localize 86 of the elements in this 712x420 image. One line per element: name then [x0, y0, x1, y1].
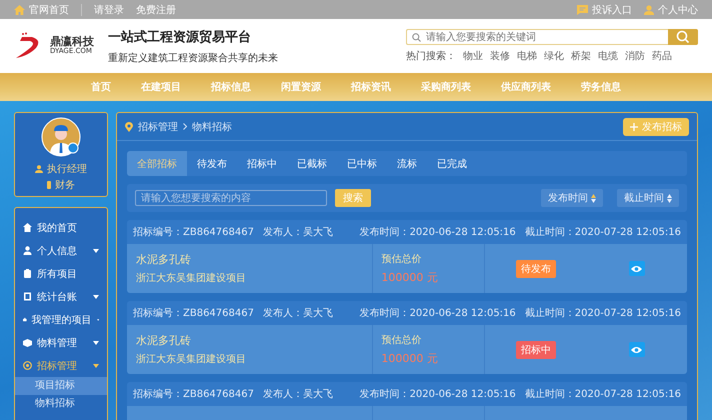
price-value: 100000 元: [381, 270, 439, 285]
home-icon: [14, 4, 25, 14]
status-badge: 待发布: [516, 260, 556, 278]
role-label: 财务: [55, 178, 75, 192]
avatar-icon: [41, 117, 81, 157]
sidebar-item[interactable]: 统计台账: [15, 285, 107, 308]
hot-search-label: 热门搜索：: [406, 50, 456, 63]
publisher: 发布人：吴大飞: [262, 388, 333, 401]
view-button[interactable]: [628, 342, 645, 357]
publish-time: 发布时间：2020-06-28 12:05:16: [360, 226, 516, 239]
logo-name: 鼎瀛科技: [50, 36, 94, 48]
hot-search-link[interactable]: 电梯: [517, 49, 537, 63]
status-tab[interactable]: 已截标: [287, 151, 337, 176]
publish-time: 发布时间：2020-06-28 12:05:16: [360, 388, 516, 401]
eye-icon: [631, 346, 642, 354]
message-icon: [577, 4, 588, 14]
status-tab[interactable]: 全部招标: [127, 151, 187, 176]
site-tagline: 重新定义建筑工程资源聚合共享的未来: [108, 52, 278, 64]
status-tab[interactable]: 已完成: [427, 151, 477, 176]
sidebar-item[interactable]: 招标管理: [15, 354, 107, 377]
publisher: 发布人：吴大飞: [262, 306, 333, 320]
search-button[interactable]: [668, 29, 698, 45]
publish-time: 发布时间：2020-06-28 12:05:16: [360, 306, 516, 320]
sidebar-item[interactable]: 所有项目: [15, 262, 107, 285]
hot-search-link[interactable]: 电缆: [598, 49, 618, 63]
status-tab[interactable]: 流标: [387, 151, 427, 176]
sidebar-item[interactable]: 我的首页: [15, 216, 107, 239]
target-icon: [23, 361, 32, 370]
status-badge: 招标中: [516, 340, 556, 358]
hot-search-link[interactable]: 绿化: [544, 49, 564, 63]
register-link[interactable]: 免费注册: [136, 2, 176, 16]
status-tab[interactable]: 招标中: [237, 151, 287, 176]
sort-button[interactable]: 发布时间: [541, 189, 603, 207]
view-button[interactable]: [628, 261, 645, 276]
home-icon: [23, 223, 32, 232]
chevron-right-icon: [183, 123, 187, 130]
login-link[interactable]: 请登录: [94, 2, 124, 16]
project-name: 浙江大东吴集团建设项目: [136, 272, 247, 285]
deadline-time: 截止时间：2020-07-28 12:05:16: [524, 388, 681, 401]
sidebar-item[interactable]: 我管理的项目: [15, 308, 107, 331]
search-icon: [412, 32, 421, 42]
site-title: 一站式工程资源贸易平台: [108, 28, 252, 46]
breadcrumb-link[interactable]: 物料招标: [192, 120, 232, 134]
bid-number: 招标编号：ZB864768467: [133, 388, 254, 401]
user-icon: [35, 165, 43, 173]
user-center-link[interactable]: 个人中心: [644, 2, 698, 16]
sidebar-item[interactable]: 物料管理: [15, 331, 107, 354]
status-tab[interactable]: 待发布: [187, 151, 237, 176]
status-tab[interactable]: 已中标: [337, 151, 387, 176]
role-label: 执行经理: [47, 162, 87, 176]
search-icon: [676, 30, 690, 44]
sidebar-subitem[interactable]: 物料招标: [15, 395, 107, 413]
sidebar-subitem[interactable]: 项目招标: [15, 377, 107, 395]
item-title: 水泥多孔砖: [136, 252, 192, 267]
hot-search-link[interactable]: 药品: [652, 49, 672, 63]
price-label: 预估总价: [381, 252, 422, 266]
publisher: 发布人：吴大飞: [262, 226, 333, 239]
deadline-time: 截止时间：2020-07-28 12:05:16: [524, 306, 681, 320]
badge-icon: [47, 181, 51, 189]
bid-number: 招标编号：ZB864768467: [133, 226, 254, 239]
eye-icon: [631, 264, 642, 272]
hot-search-link[interactable]: 消防: [625, 49, 645, 63]
hot-search-link[interactable]: 装修: [490, 49, 510, 63]
search-field[interactable]: 请输入您要搜索的关键词: [406, 29, 668, 45]
book-icon: [23, 292, 32, 301]
price-label: 预估总价: [381, 334, 422, 347]
location-pin-icon: [125, 122, 133, 132]
price-value: 100000 元: [381, 351, 439, 366]
complaint-link[interactable]: 投诉入口: [577, 2, 632, 16]
plus-icon: [630, 122, 638, 130]
item-title: 水泥多孔砖: [136, 333, 192, 348]
hot-search-link[interactable]: 桥架: [571, 49, 591, 63]
deadline-time: 截止时间：2020-07-28 12:05:16: [524, 226, 681, 239]
sort-button[interactable]: 截止时间: [617, 189, 679, 207]
sidebar-item[interactable]: 个人信息: [15, 239, 107, 262]
user-icon: [644, 4, 654, 14]
bid-number: 招标编号：ZB864768467: [133, 306, 254, 320]
clipboard-icon: [23, 269, 32, 278]
keyword-field[interactable]: 请输入您想要搜索的内容: [135, 190, 327, 206]
hot-search-link[interactable]: 物业: [463, 49, 483, 63]
project-name: 浙江大东吴集团建设项目: [136, 352, 247, 366]
home-link[interactable]: 官网首页: [14, 2, 69, 16]
person-icon: [23, 246, 32, 255]
breadcrumb-link[interactable]: 招标管理: [138, 120, 178, 134]
briefcase-icon: [23, 315, 27, 324]
box-icon: [23, 338, 32, 347]
